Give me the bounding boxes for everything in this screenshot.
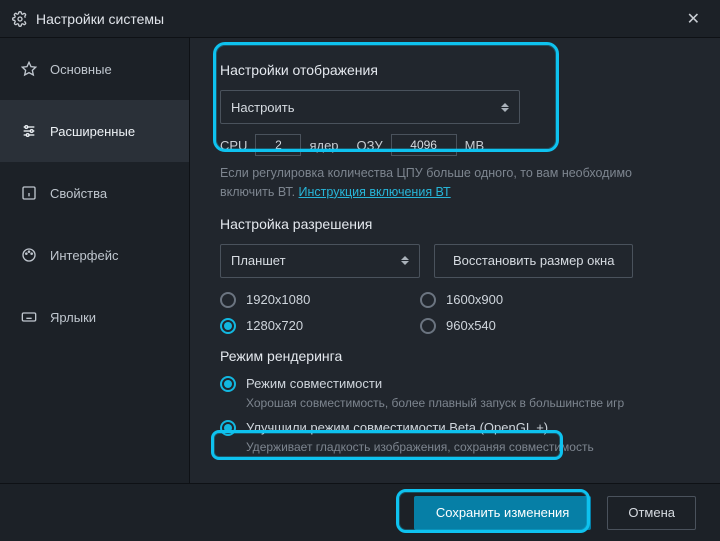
select-value: Планшет [231,253,286,268]
display-heading: Настройки отображения [220,62,696,78]
sidebar-item-shortcuts[interactable]: Ярлыки [0,286,189,348]
palette-icon [20,246,38,264]
radio-label: Улучшили режим совместимости Beta (OpenG… [246,420,548,435]
radio-icon [220,318,236,334]
content-pane: Настройки отображения Настроить CPU ядер… [190,38,720,483]
resolution-960x540[interactable]: 960x540 [420,318,560,334]
sidebar-item-label: Интерфейс [50,248,118,263]
resolution-1600x900[interactable]: 1600x900 [420,292,560,308]
chevron-updown-icon [401,256,409,265]
sidebar-item-basic[interactable]: Основные [0,38,189,100]
resolution-heading: Настройка разрешения [220,216,696,232]
sidebar-item-interface[interactable]: Интерфейс [0,224,189,286]
gear-icon [12,11,28,27]
chevron-updown-icon [501,103,509,112]
resolution-1920x1080[interactable]: 1920x1080 [220,292,360,308]
vt-instructions-link[interactable]: Инструкция включения ВТ [299,185,451,199]
keyboard-icon [20,308,38,326]
close-icon[interactable]: ✕ [679,5,708,33]
render-heading: Режим рендеринга [220,348,696,364]
footer: Сохранить изменения Отмена [0,483,720,541]
radio-label: 1600x900 [446,292,503,307]
display-mode-select[interactable]: Настроить [220,90,520,124]
reset-window-button[interactable]: Восстановить размер окна [434,244,633,278]
render-opt1-hint: Хорошая совместимость, более плавный зап… [246,396,696,410]
cpu-input[interactable] [255,134,301,156]
sliders-icon [20,122,38,140]
sidebar-item-label: Основные [50,62,112,77]
select-value: Настроить [231,100,295,115]
sidebar: Основные Расширенные Свойства Интерфейс … [0,38,190,483]
cancel-button[interactable]: Отмена [607,496,696,530]
ram-label: ОЗУ [357,138,383,153]
radio-icon [420,292,436,308]
resolution-1280x720[interactable]: 1280x720 [220,318,360,334]
radio-label: 960x540 [446,318,496,333]
sidebar-item-label: Ярлыки [50,310,96,325]
save-button[interactable]: Сохранить изменения [414,496,592,530]
sidebar-item-label: Расширенные [50,124,135,139]
sidebar-item-advanced[interactable]: Расширенные [0,100,189,162]
sidebar-item-label: Свойства [50,186,107,201]
render-mode-opengl[interactable]: Улучшили режим совместимости Beta (OpenG… [220,420,696,436]
star-icon [20,60,38,78]
render-opt2-hint: Удерживает гладкость изображения, сохран… [246,440,696,454]
radio-label: 1280x720 [246,318,303,333]
radio-label: Режим совместимости [246,376,382,391]
radio-icon [220,292,236,308]
render-mode-compat[interactable]: Режим совместимости [220,376,696,392]
ram-input[interactable] [391,134,457,156]
radio-icon [220,376,236,392]
radio-label: 1920x1080 [246,292,310,307]
window-title: Настройки системы [36,11,679,27]
ram-unit: MB [465,138,485,153]
radio-icon [220,420,236,436]
cores-label: ядер [309,138,338,153]
resolution-preset-select[interactable]: Планшет [220,244,420,278]
radio-icon [420,318,436,334]
cpu-hint: Если регулировка количества ЦПУ больше о… [220,164,660,202]
titlebar: Настройки системы ✕ [0,0,720,38]
info-icon [20,184,38,202]
sidebar-item-properties[interactable]: Свойства [0,162,189,224]
cpu-label: CPU [220,138,247,153]
